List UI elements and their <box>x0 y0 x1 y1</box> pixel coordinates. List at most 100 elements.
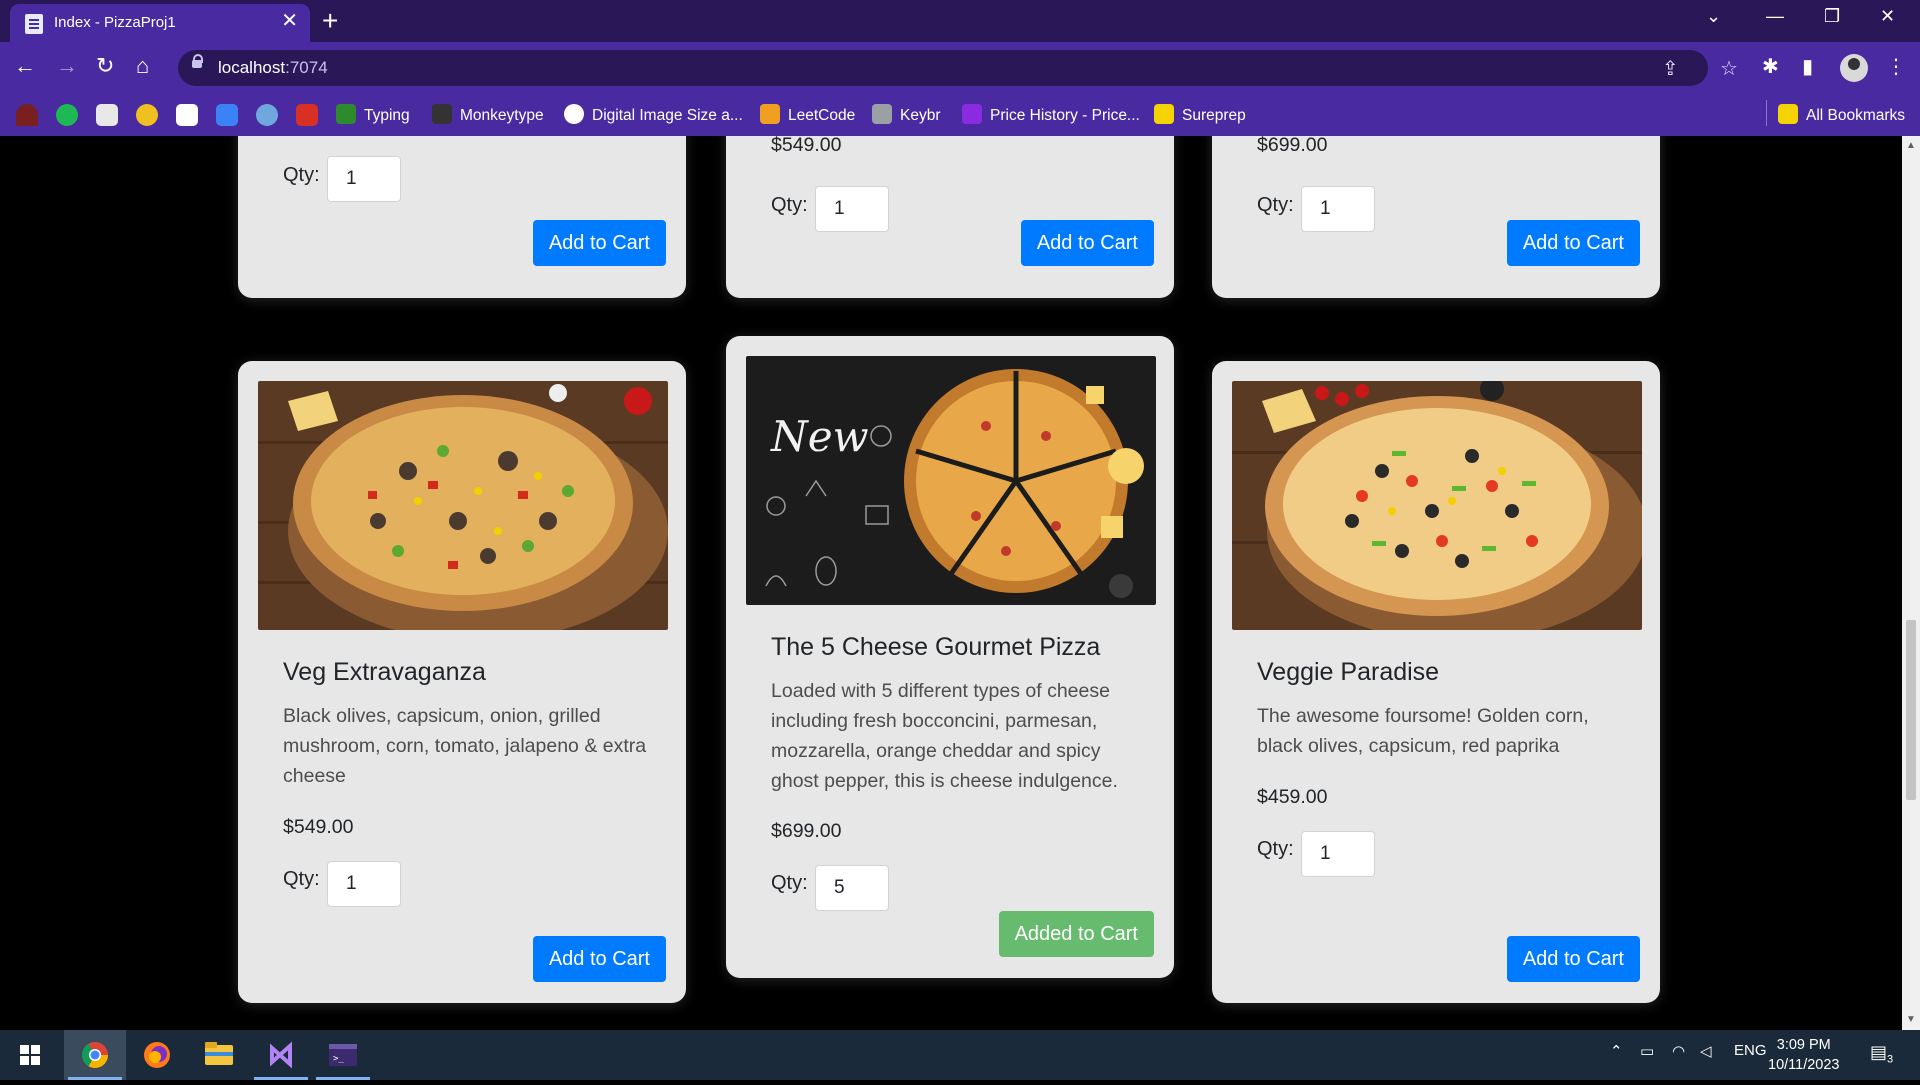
language-indicator[interactable]: ENG <box>1734 1042 1767 1059</box>
bookmark-monkeytype[interactable]: Monkeytype <box>432 104 544 125</box>
product-price: $699.00 <box>771 820 842 842</box>
bookmark-droplet-icon[interactable] <box>256 104 278 126</box>
battery-icon[interactable]: ▭ <box>1640 1042 1654 1060</box>
tab-title: Index - PizzaProj1 <box>54 14 176 31</box>
scroll-up-icon[interactable]: ▲ <box>1906 140 1916 151</box>
bookmark-store-icon[interactable] <box>96 104 118 126</box>
product-card: $549.00 Qty: Add to Cart <box>726 136 1174 298</box>
reload-icon[interactable]: ↻ <box>96 54 114 78</box>
clock-time: 3:09 PM <box>1776 1037 1831 1053</box>
quantity-input[interactable] <box>1301 186 1375 232</box>
taskbar-file-explorer[interactable] <box>188 1030 250 1080</box>
google-icon <box>564 104 584 124</box>
product-card: Veggie Paradise The awesome foursome! Go… <box>1212 361 1660 1003</box>
bookmark-sureprep[interactable]: Sureprep <box>1154 104 1246 125</box>
bookmark-spotify-icon[interactable] <box>56 104 78 126</box>
browser-tab[interactable]: Index - PizzaProj1 ✕ <box>10 4 310 42</box>
tab-search-chevron-icon[interactable]: ⌄ <box>1706 6 1721 27</box>
bookmark-amazon-icon[interactable] <box>176 104 198 126</box>
back-icon[interactable]: ← <box>14 54 36 78</box>
bookmark-speedometer-icon[interactable] <box>16 104 38 126</box>
product-image[interactable] <box>1232 381 1642 630</box>
profile-avatar[interactable] <box>1840 54 1868 82</box>
bookmark-gsuite-icon[interactable] <box>216 104 238 126</box>
extensions-icon[interactable]: ✱ <box>1762 54 1779 79</box>
product-image[interactable]: New <box>746 356 1156 605</box>
bookmarks-divider <box>1766 100 1767 126</box>
taskbar-terminal[interactable]: >_ <box>312 1030 374 1080</box>
qty-label: Qty: <box>771 872 808 894</box>
product-price: $549.00 <box>771 136 842 156</box>
product-card: Qty: Add to Cart <box>238 136 686 298</box>
notification-count: 3 <box>1887 1053 1894 1066</box>
add-to-cart-button[interactable]: Add to Cart <box>1020 220 1154 266</box>
all-bookmarks[interactable]: All Bookmarks <box>1778 104 1905 125</box>
forward-icon[interactable]: → <box>56 54 78 78</box>
product-price: $699.00 <box>1257 136 1328 156</box>
browser-toolbar: ← → ↻ ⌂ localhost:7074 ⇪ ☆ ✱ ▮ ⋮ <box>0 42 1920 94</box>
keybr-icon <box>872 104 892 124</box>
notifications-icon[interactable]: ▤3 <box>1870 1042 1893 1066</box>
qty-label: Qty: <box>771 194 808 216</box>
scroll-down-icon[interactable]: ▼ <box>1906 1014 1916 1025</box>
windows-taskbar: >_ ⌃ ▭ ◠ ◁ ENG 3:09 PM 10/11/2023 ▤3 <box>0 1030 1920 1080</box>
bookmark-gmail-icon[interactable] <box>296 104 318 126</box>
monkeytype-icon <box>432 104 452 124</box>
quantity-input[interactable] <box>1301 831 1375 877</box>
product-name: Veggie Paradise <box>1257 658 1440 686</box>
add-to-cart-button[interactable]: Add to Cart <box>532 220 666 266</box>
bookmark-bolt-icon[interactable] <box>136 104 158 126</box>
chrome-icon <box>81 1042 109 1069</box>
new-tab-icon[interactable]: + <box>322 4 338 38</box>
product-description: Loaded with 5 different types of cheese … <box>771 680 1118 792</box>
product-price: $459.00 <box>1257 786 1328 808</box>
show-hidden-icons-icon[interactable]: ⌃ <box>1610 1042 1623 1060</box>
windows-start-icon[interactable] <box>20 1045 40 1065</box>
add-to-cart-button[interactable]: Add to Cart <box>532 936 666 982</box>
add-to-cart-button[interactable]: Add to Cart <box>1506 220 1640 266</box>
lock-icon[interactable] <box>192 54 203 68</box>
product-description: Black olives, capsicum, onion, grilled m… <box>283 705 647 787</box>
close-window-icon[interactable]: ✕ <box>1880 6 1895 27</box>
taskbar-firefox[interactable] <box>126 1030 188 1080</box>
menu-icon[interactable]: ⋮ <box>1886 54 1906 79</box>
volume-icon[interactable]: ◁ <box>1700 1042 1712 1060</box>
quantity-input[interactable] <box>327 156 401 202</box>
product-image[interactable] <box>258 381 668 630</box>
share-icon[interactable]: ⇪ <box>1662 56 1679 81</box>
bookmark-digital-image-size[interactable]: Digital Image Size a... <box>564 104 743 125</box>
side-panel-icon[interactable]: ▮ <box>1802 54 1813 79</box>
taskbar-visual-studio[interactable] <box>250 1030 312 1080</box>
qty-label: Qty: <box>283 868 320 890</box>
product-name: The 5 Cheese Gourmet Pizza <box>771 633 1101 661</box>
home-icon[interactable]: ⌂ <box>136 54 149 78</box>
restore-icon[interactable]: ❐ <box>1824 6 1840 27</box>
product-card: Veg Extravaganza Black olives, capsicum,… <box>238 361 686 1003</box>
bookmark-price-history[interactable]: Price History - Price... <box>962 104 1140 125</box>
close-tab-icon[interactable]: ✕ <box>281 11 298 31</box>
bookmark-leetcode[interactable]: LeetCode <box>760 104 855 125</box>
bookmark-keybr[interactable]: Keybr <box>872 104 941 125</box>
system-clock[interactable]: 3:09 PM 10/11/2023 <box>1768 1035 1840 1075</box>
bookmark-star-icon[interactable]: ☆ <box>1720 56 1738 81</box>
bookmark-typing[interactable]: Typing <box>336 104 410 125</box>
product-description: The awesome foursome! Golden corn, black… <box>1257 705 1589 757</box>
address-bar[interactable]: localhost:7074 ⇪ ☆ <box>178 50 1738 86</box>
page-scrollbar[interactable]: ▲ ▼ <box>1902 136 1920 1030</box>
taskbar-chrome[interactable] <box>64 1030 126 1080</box>
added-to-cart-button[interactable]: Added to Cart <box>998 911 1154 957</box>
quantity-input[interactable] <box>815 865 889 911</box>
leetcode-icon <box>760 104 780 124</box>
tab-strip: Index - PizzaProj1 ✕ + ⌄ — ❐ ✕ <box>0 0 1920 42</box>
scroll-thumb[interactable] <box>1906 620 1916 800</box>
wifi-icon[interactable]: ◠ <box>1672 1042 1685 1060</box>
visual-studio-icon <box>270 1041 292 1069</box>
qty-label: Qty: <box>1257 194 1294 216</box>
quantity-input[interactable] <box>327 861 401 907</box>
url-text: localhost:7074 <box>218 58 328 77</box>
minimize-icon[interactable]: — <box>1766 6 1784 27</box>
add-to-cart-button[interactable]: Add to Cart <box>1506 936 1640 982</box>
terminal-icon: >_ <box>329 1044 357 1066</box>
quantity-input[interactable] <box>815 186 889 232</box>
svg-text:>_: >_ <box>333 1054 344 1064</box>
